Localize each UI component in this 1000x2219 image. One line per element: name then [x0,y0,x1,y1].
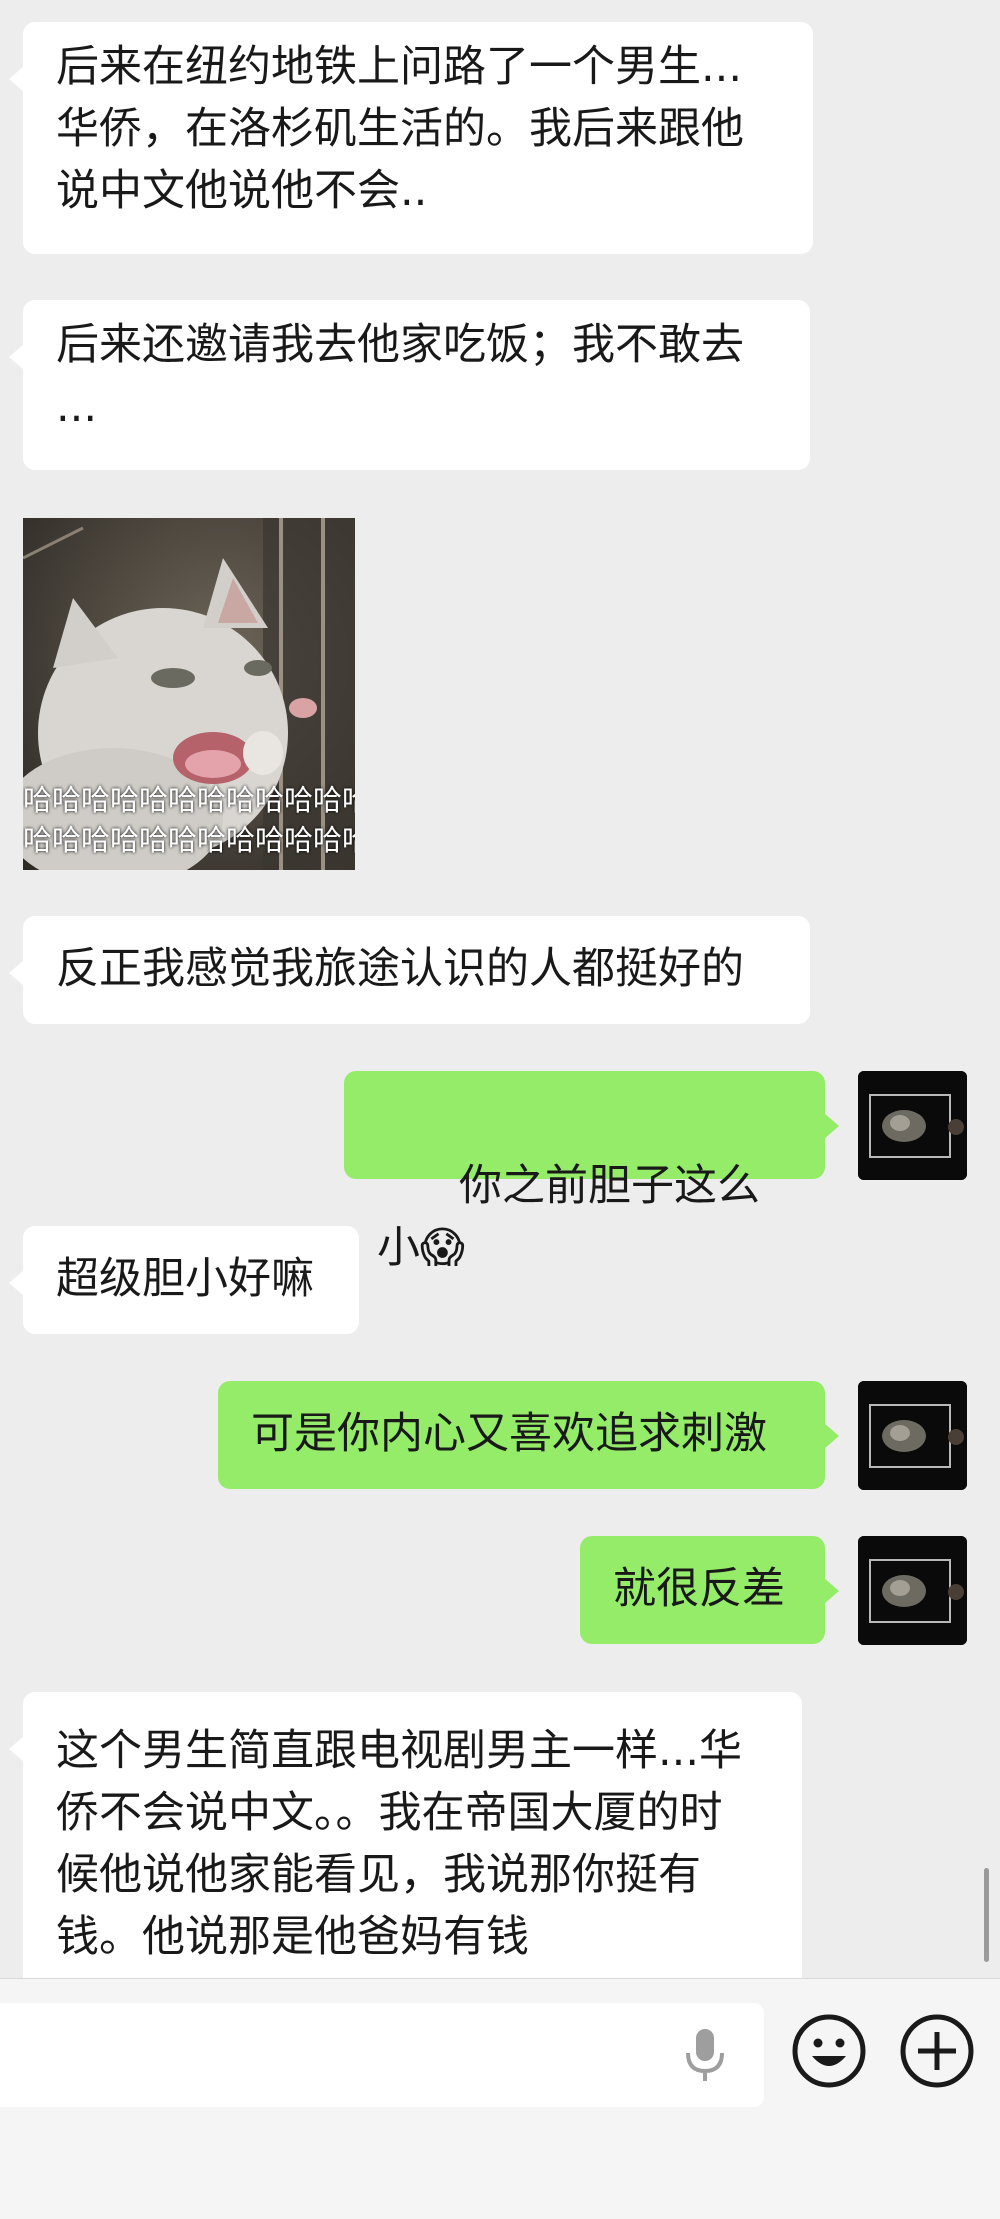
incoming-message[interactable]: 这个男生简直跟电视剧男主一样...华 侨不会说中文。。我在帝国大厦的时 候他说他… [9,1692,802,1978]
sticker-caption: 哈哈哈哈哈哈哈哈哈哈哈哈 [23,823,355,857]
outgoing-message[interactable]: 你之前胆子这么小😱 [344,1071,839,1273]
avatar[interactable] [858,1381,967,1490]
microphone-icon[interactable] [680,2025,730,2085]
outgoing-message-row: 可是你内心又喜欢追求刺激 [0,1381,1000,1491]
outgoing-message[interactable]: 就很反差 [580,1536,839,1644]
avatar-image-icon [858,1381,967,1490]
avatar-image-icon [858,1536,967,1645]
message-input[interactable] [0,2003,764,2107]
incoming-message[interactable]: 超级胆小好嘛 [9,1226,359,1334]
outgoing-message[interactable]: 可是你内心又喜欢追求刺激 [218,1381,839,1489]
avatar-image-icon [858,1071,967,1180]
avatar[interactable] [858,1536,967,1645]
scream-emoji: 😱 [420,1223,465,1273]
scrollbar[interactable] [984,1868,989,1962]
incoming-message[interactable]: 后来还邀请我去他家吃饭；我不敢去 ... [9,300,810,470]
chat-history[interactable]: 后来在纽约地铁上问路了一个男生... 华侨，在洛杉矶生活的。我后来跟他 说中文他… [0,0,1000,1978]
plus-circle-icon[interactable] [898,2012,976,2090]
outgoing-message-row: 就很反差 [0,1536,1000,1646]
incoming-message[interactable]: 后来在纽约地铁上问路了一个男生... 华侨，在洛杉矶生活的。我后来跟他 说中文他… [9,22,813,254]
input-bar [0,1978,1000,2219]
smiley-icon[interactable] [790,2012,868,2090]
outgoing-message-row: 你之前胆子这么小😱 [0,1071,1000,1273]
avatar[interactable] [858,1071,967,1180]
sticker-caption: 哈哈哈哈哈哈哈哈哈哈哈哈 [23,783,355,817]
cat-sticker-image[interactable]: 哈哈哈哈哈哈哈哈哈哈哈哈 哈哈哈哈哈哈哈哈哈哈哈哈 [23,518,355,870]
incoming-message[interactable]: 反正我感觉我旅途认识的人都挺好的 [9,916,810,1024]
